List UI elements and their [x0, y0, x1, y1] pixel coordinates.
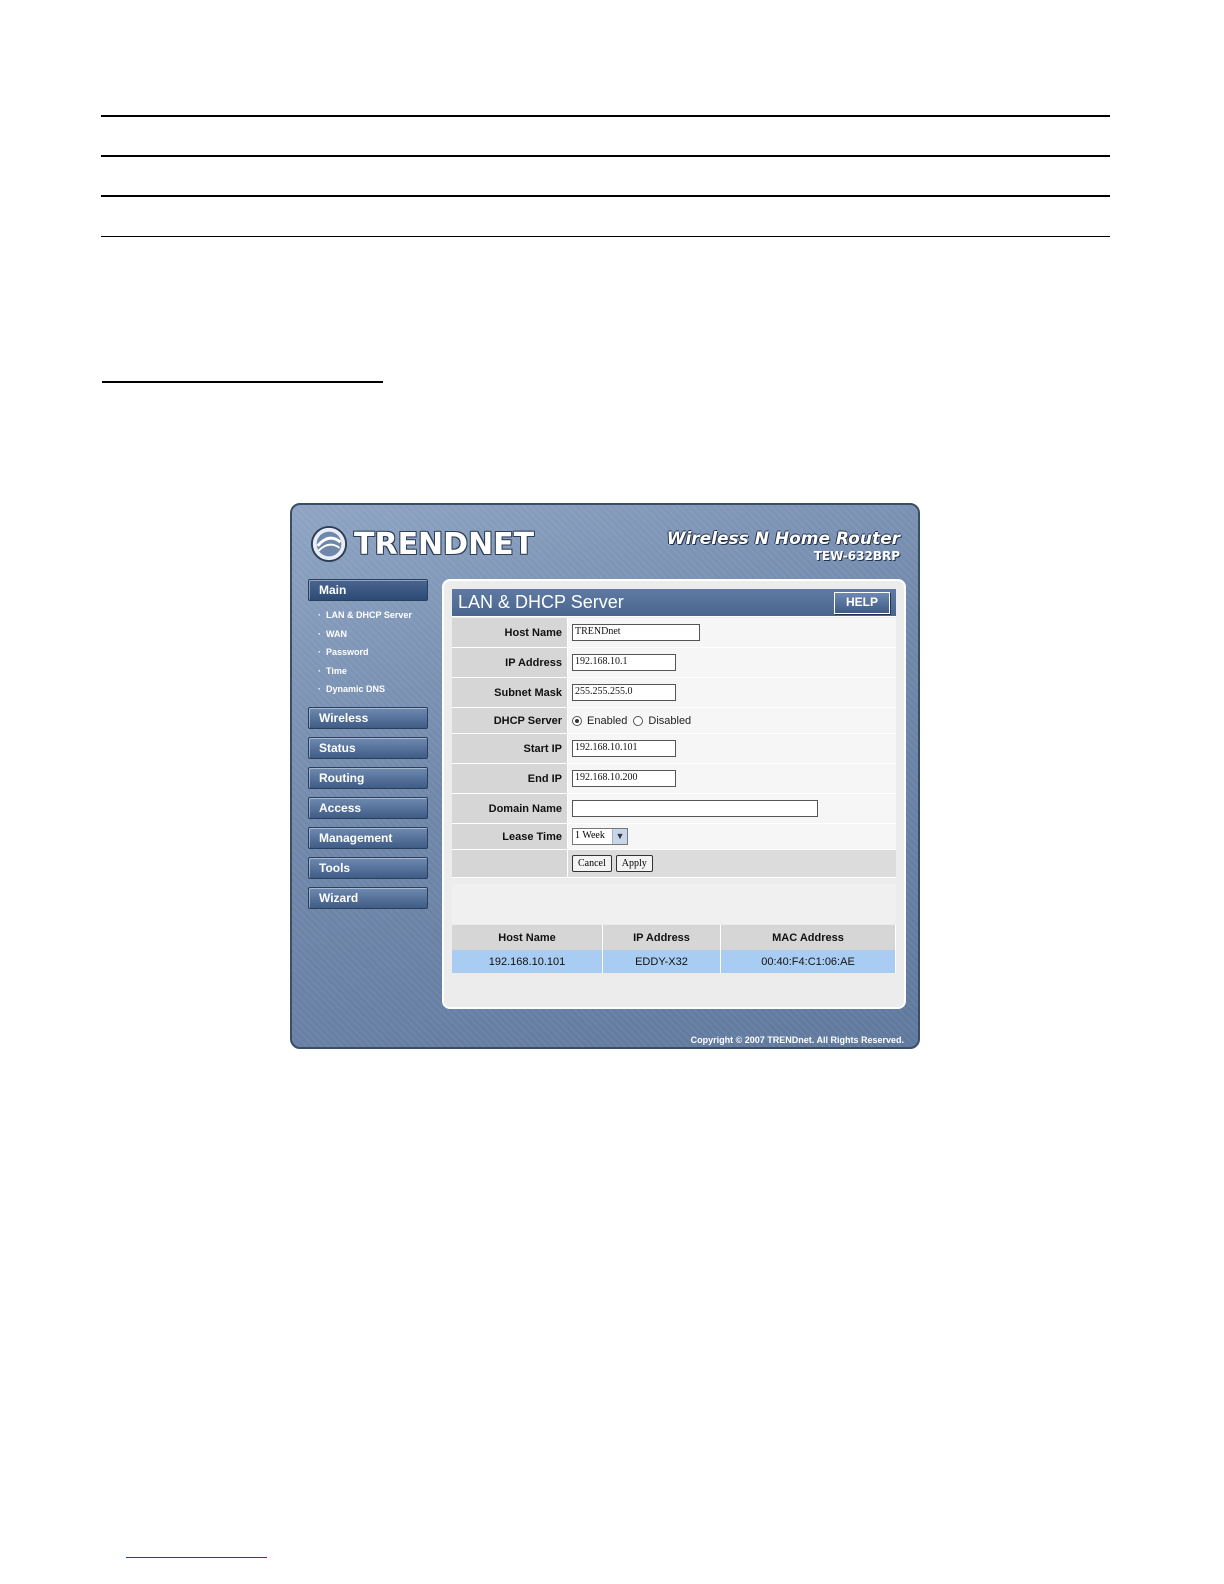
dhcp-enabled-label: Enabled — [587, 714, 628, 727]
start-ip-row: Start IP 192.168.10.101 — [452, 734, 896, 764]
trendnet-logo-icon — [310, 525, 348, 563]
dhcp-disabled-label: Disabled — [648, 714, 692, 727]
dhcp-server-row: DHCP Server Enabled Disabled — [452, 708, 896, 734]
main-subnav: · LAN & DHCP Server · WAN · Password · Time … — [318, 606, 430, 699]
subnet-mask-label: Subnet Mask — [452, 678, 568, 707]
lease-time-row: Lease Time 1 Week ▼ — [452, 824, 896, 850]
cell-host-name: 192.168.10.101 — [452, 950, 603, 973]
ip-address-label: IP Address — [452, 648, 568, 677]
subnet-mask-input[interactable]: 255.255.255.0 — [572, 684, 676, 701]
ip-address-input[interactable]: 192.168.10.1 — [572, 654, 676, 671]
page-title: LAN & DHCP Server — [458, 592, 624, 612]
help-button[interactable]: HELP — [834, 592, 890, 614]
domain-name-label: Domain Name — [452, 794, 568, 823]
domain-name-row: Domain Name — [452, 794, 896, 824]
end-ip-label: End IP — [452, 764, 568, 793]
top-rule-4 — [101, 236, 1110, 237]
table-spacer — [452, 884, 896, 924]
actions-label-cell — [452, 850, 568, 877]
lease-time-label: Lease Time — [452, 824, 568, 849]
col-mac-address: MAC Address — [720, 925, 896, 950]
sidebar-item-tools[interactable]: Tools — [308, 856, 428, 879]
cancel-button[interactable]: Cancel — [572, 855, 612, 872]
sidebar-item-access[interactable]: Access — [308, 796, 428, 819]
product-banner: Wireless N Home Router TEW-632BRP — [667, 529, 900, 563]
subnav-item-dynamic-dns[interactable]: · Dynamic DNS — [318, 680, 430, 699]
host-name-input[interactable]: TRENDnet — [572, 624, 700, 641]
subnav-item-wan[interactable]: · WAN — [318, 625, 430, 644]
footer-rule — [126, 1557, 267, 1558]
dhcp-enabled-radio[interactable] — [572, 715, 582, 726]
sidebar-item-main[interactable]: Main — [308, 579, 428, 601]
sidebar-item-wizard[interactable]: Wizard — [308, 886, 428, 909]
sidebar-item-status[interactable]: Status — [308, 736, 428, 759]
end-ip-input[interactable]: 192.168.10.200 — [572, 770, 676, 787]
subnav-item-time[interactable]: · Time — [318, 662, 430, 681]
cell-ip-address: EDDY-X32 — [602, 950, 721, 973]
sidebar-item-routing[interactable]: Routing — [308, 766, 428, 789]
sidebar-item-wireless[interactable]: Wireless — [308, 706, 428, 729]
host-name-label: Host Name — [452, 618, 568, 647]
start-ip-label: Start IP — [452, 734, 568, 763]
content-panel: LAN & DHCP Server HELP Host Name TRENDne… — [442, 579, 906, 1009]
dhcp-client-table: Host Name IP Address MAC Address 192.168… — [452, 925, 896, 973]
top-rule-1 — [101, 115, 1110, 117]
top-rule-3 — [101, 195, 1110, 197]
apply-button[interactable]: Apply — [615, 855, 653, 872]
product-model: TEW-632BRP — [813, 549, 900, 563]
table-row[interactable]: 192.168.10.101 EDDY-X32 00:40:F4:C1:06:A… — [452, 950, 896, 973]
router-window: TRENDNET Wireless N Home Router TEW-632B… — [290, 503, 920, 1049]
dhcp-server-label: DHCP Server — [452, 708, 568, 733]
subnav-item-lan-dhcp[interactable]: · LAN & DHCP Server — [318, 606, 430, 625]
copyright-text: Copyright © 2007 TRENDnet. All Rights Re… — [690, 1035, 904, 1045]
table-header-row: Host Name IP Address MAC Address — [452, 925, 896, 950]
chevron-down-icon[interactable]: ▼ — [612, 829, 627, 844]
start-ip-input[interactable]: 192.168.10.101 — [572, 740, 676, 757]
col-host-name: Host Name — [452, 925, 603, 950]
dhcp-disabled-radio[interactable] — [633, 715, 644, 726]
domain-name-input[interactable] — [572, 800, 818, 817]
sidebar-nav: Main · LAN & DHCP Server · WAN · Password ·… — [308, 579, 430, 917]
section-underline — [102, 381, 383, 383]
lease-time-select[interactable]: 1 Week ▼ — [572, 828, 628, 845]
trendnet-logo: TRENDNET — [310, 523, 534, 565]
top-rule-2 — [101, 155, 1110, 157]
sidebar-item-management[interactable]: Management — [308, 826, 428, 849]
host-name-row: Host Name TRENDnet — [452, 618, 896, 648]
cell-mac-address: 00:40:F4:C1:06:AE — [720, 950, 896, 973]
end-ip-row: End IP 192.168.10.200 — [452, 764, 896, 794]
subnav-item-password[interactable]: · Password — [318, 643, 430, 662]
form-actions-row: Cancel Apply — [452, 850, 896, 878]
lan-dhcp-form: Host Name TRENDnet IP Address 192.168.10… — [452, 618, 896, 878]
subnet-mask-row: Subnet Mask 255.255.255.0 — [452, 678, 896, 708]
logo-text: TRENDNET — [354, 526, 535, 562]
lease-time-value: 1 Week — [575, 830, 605, 841]
panel-header: LAN & DHCP Server HELP — [452, 589, 896, 617]
product-title: Wireless N Home Router — [666, 529, 900, 549]
ip-address-row: IP Address 192.168.10.1 — [452, 648, 896, 678]
col-ip-address: IP Address — [602, 925, 721, 950]
